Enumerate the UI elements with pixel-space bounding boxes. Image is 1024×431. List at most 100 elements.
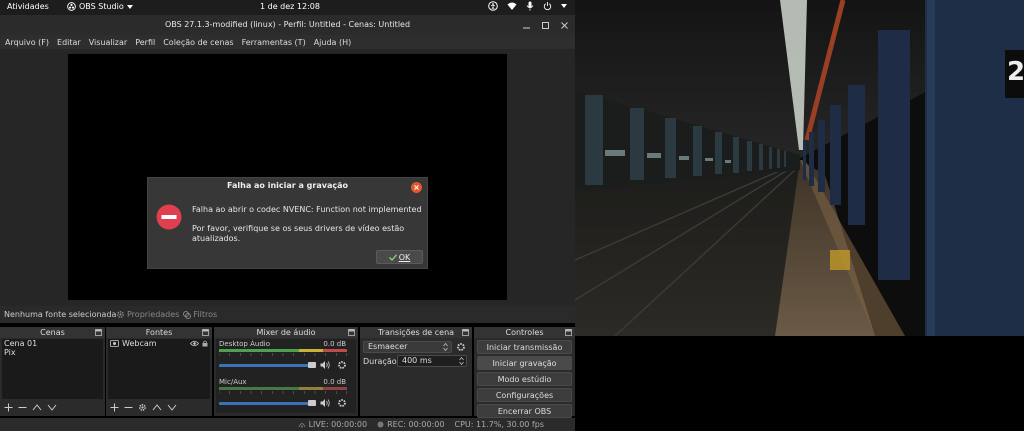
move-down-icon[interactable] <box>167 403 177 412</box>
updown-arrows-icon[interactable] <box>459 357 464 365</box>
float-dock-icon[interactable] <box>95 329 102 336</box>
accessibility-icon <box>488 1 498 11</box>
volume-meter <box>219 349 347 352</box>
dialog-close-icon[interactable] <box>411 182 422 193</box>
source-name: Webcam <box>122 339 157 348</box>
dialog-title: Falha ao iniciar a gravação <box>227 181 348 190</box>
cpu-status: CPU: 11.7%, 30.00 fps <box>454 420 544 429</box>
controls-dock-header: Controles <box>474 327 575 338</box>
minimize-icon[interactable] <box>522 21 531 30</box>
duration-label: Duração <box>363 357 397 366</box>
error-icon <box>156 204 182 230</box>
scenes-dock-header: Cenas <box>0 327 105 338</box>
subway-photo: 2 <box>575 0 1024 336</box>
chevron-down-icon <box>561 4 567 8</box>
lock-icon[interactable] <box>202 340 208 347</box>
scenes-dock-title: Cenas <box>40 328 65 337</box>
duration-spinbox[interactable]: 400 ms <box>397 355 467 367</box>
maximize-icon[interactable] <box>541 21 550 30</box>
volume-slider-knob[interactable] <box>308 400 316 406</box>
scenes-dock: Cenas Cena 01 Pix <box>0 327 105 416</box>
wifi-icon <box>507 2 517 10</box>
start-streaming-button[interactable]: Iniciar transmissão <box>477 340 572 354</box>
remove-icon[interactable] <box>124 403 133 412</box>
transitions-dock-header: Transições de cena <box>360 327 472 338</box>
float-dock-icon[interactable] <box>565 329 572 336</box>
channel-db: 0.0 dB <box>323 340 346 348</box>
status-bar: LIVE: 00:00:00 REC: 00:00:00 CPU: 11.7%,… <box>0 418 575 431</box>
menu-arquivo[interactable]: Arquivo (F) <box>5 38 49 47</box>
activities-button[interactable]: Atividades <box>7 2 49 11</box>
filters-button[interactable]: Filtros <box>183 310 217 319</box>
scene-transitions-dock: Transições de cena Esmaecer Duração 400 … <box>360 327 472 416</box>
system-top-bar: Atividades OBS Studio 1 de dez 12:08 <box>0 0 575 15</box>
error-dialog: Falha ao iniciar a gravação Falha ao abr… <box>147 177 428 269</box>
move-down-icon[interactable] <box>47 403 57 412</box>
scene-item[interactable]: Cena 01 <box>2 339 103 348</box>
settings-button[interactable]: Configurações <box>477 388 572 402</box>
move-up-icon[interactable] <box>152 403 162 412</box>
remove-icon[interactable] <box>18 403 27 412</box>
eye-icon[interactable] <box>190 340 199 347</box>
obs-logo-icon <box>67 2 76 11</box>
close-icon[interactable] <box>560 21 569 30</box>
source-item[interactable]: Webcam <box>108 339 210 348</box>
speaker-icon[interactable] <box>320 360 331 370</box>
properties-button[interactable]: Propriedades <box>116 310 179 319</box>
transitions-body: Esmaecer Duração 400 ms <box>360 338 472 408</box>
checkmark-icon <box>388 253 397 261</box>
float-dock-icon[interactable] <box>462 329 469 336</box>
transition-select[interactable]: Esmaecer <box>363 341 452 353</box>
live-icon <box>298 422 306 427</box>
gear-icon[interactable] <box>456 342 466 352</box>
app-menu[interactable]: OBS Studio <box>67 2 133 11</box>
sources-dock-title: Fontes <box>145 328 173 337</box>
channel-name: Desktop Áudio <box>219 340 270 348</box>
window-buttons <box>522 15 569 35</box>
system-tray[interactable] <box>488 1 567 11</box>
column-sign-number: 2 <box>1007 57 1024 87</box>
rec-status: REC: 00:00:00 <box>377 420 444 429</box>
scene-item[interactable]: Pix <box>2 348 103 357</box>
menu-ajuda[interactable]: Ajuda (H) <box>314 38 352 47</box>
microphone-icon <box>526 1 534 11</box>
move-up-icon[interactable] <box>32 403 42 412</box>
studio-mode-button[interactable]: Modo estúdio <box>477 372 572 386</box>
window-titlebar[interactable]: OBS 27.1.3-modified (linux) - Perfil: Un… <box>0 15 575 35</box>
speaker-icon[interactable] <box>320 398 331 408</box>
gear-icon[interactable] <box>337 360 347 370</box>
menu-visualizar[interactable]: Visualizar <box>89 38 128 47</box>
dialog-message: Falha ao abrir o codec NVENC: Function n… <box>192 205 422 214</box>
volume-slider[interactable] <box>219 364 315 367</box>
ok-button-label: OK <box>398 252 411 262</box>
float-dock-icon[interactable] <box>202 329 209 336</box>
mixer-channel-desktop: Desktop Áudio 0.0 dB <box>216 339 356 377</box>
gear-icon <box>117 311 124 318</box>
ok-button[interactable]: OK <box>376 250 423 264</box>
add-icon[interactable] <box>4 403 13 412</box>
mixer-channel-mic: Mic/Aux 0.0 dB <box>216 377 356 415</box>
menu-colecao-de-cenas[interactable]: Coleção de cenas <box>163 38 233 47</box>
dialog-detail: Por favor, verifique se os seus drivers … <box>192 224 405 243</box>
sources-dock: Fontes Webcam <box>106 327 212 416</box>
float-dock-icon[interactable] <box>348 329 355 336</box>
menu-editar[interactable]: Editar <box>57 38 81 47</box>
mixer-dock-title: Mixer de áudio <box>256 328 316 337</box>
start-recording-button[interactable]: Iniciar gravação <box>477 356 572 370</box>
exit-obs-button[interactable]: Encerrar OBS <box>477 404 572 418</box>
add-icon[interactable] <box>110 403 119 412</box>
gear-icon[interactable] <box>138 403 147 412</box>
record-dot-icon <box>377 421 384 428</box>
properties-label: Propriedades <box>127 310 180 319</box>
chevron-down-icon <box>126 4 133 9</box>
menu-ferramentas[interactable]: Ferramentas (T) <box>242 38 306 47</box>
power-icon <box>543 1 552 11</box>
clock[interactable]: 1 de dez 12:08 <box>260 2 320 11</box>
subway-platform-image: 2 <box>575 0 1024 336</box>
channel-db: 0.0 dB <box>323 378 346 386</box>
menu-perfil[interactable]: Perfil <box>135 38 155 47</box>
volume-slider[interactable] <box>219 402 315 405</box>
transitions-dock-title: Transições de cena <box>377 328 455 337</box>
gear-icon[interactable] <box>337 398 347 408</box>
volume-slider-knob[interactable] <box>308 362 316 368</box>
